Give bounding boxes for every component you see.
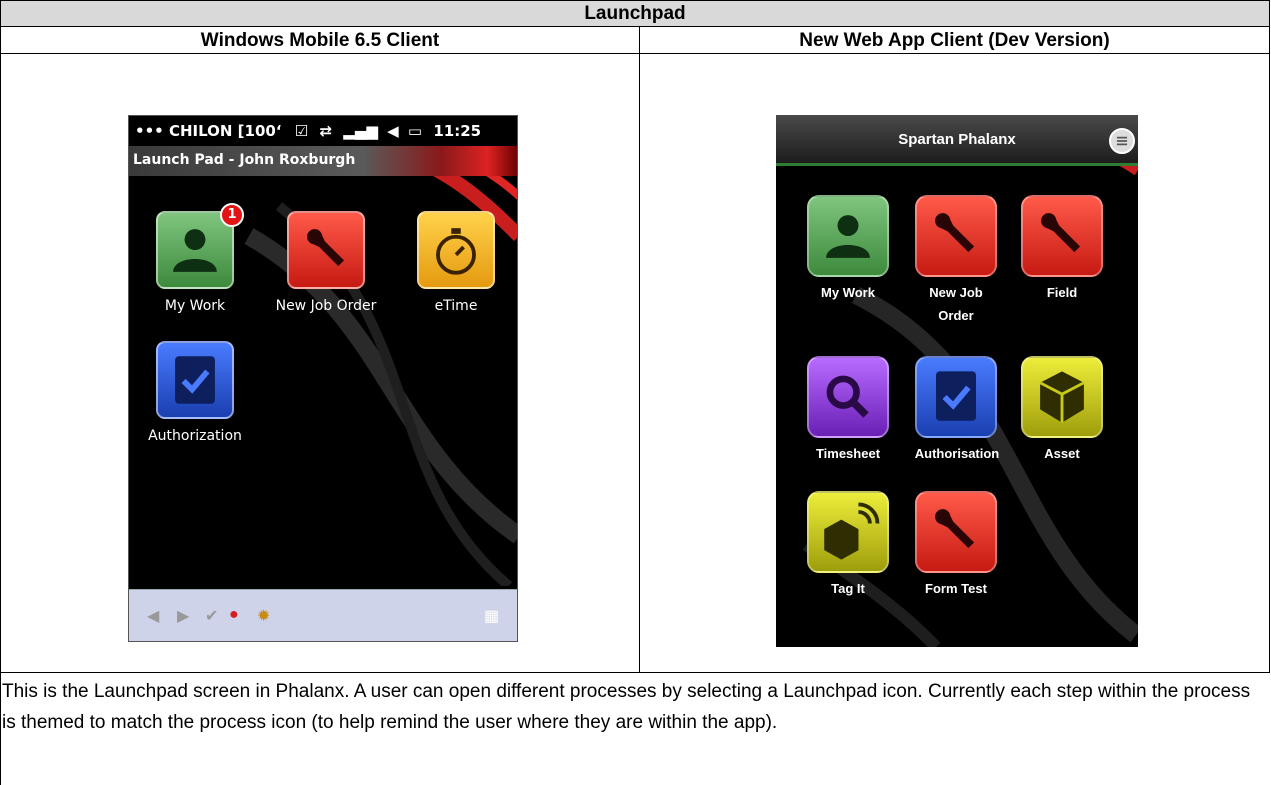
timesheet-tile[interactable] bbox=[807, 356, 889, 438]
menu-icon[interactable] bbox=[1109, 128, 1135, 154]
new-job-order-tile[interactable] bbox=[287, 211, 365, 289]
tile-label-my-work: My Work bbox=[821, 285, 875, 300]
web-app-screen: Spartan Phalanx My Work New Job Order Fi… bbox=[776, 115, 1138, 647]
back-arrow-icon[interactable]: ◀ bbox=[147, 606, 159, 626]
battery-icon[interactable]: ▭ bbox=[408, 122, 422, 140]
wrench-icon bbox=[1041, 213, 1081, 253]
tile-label-authorization: Authorization bbox=[148, 428, 242, 444]
tag-it-tile[interactable] bbox=[807, 491, 889, 573]
clipboard-check-icon bbox=[175, 356, 215, 404]
forward-arrow-icon[interactable]: ▶ bbox=[177, 606, 189, 626]
my-work-tile[interactable] bbox=[807, 195, 889, 277]
left-column-header: Windows Mobile 6.5 Client bbox=[0, 26, 640, 54]
window-title: Launch Pad - John Roxburgh bbox=[129, 146, 517, 176]
wrench-icon bbox=[935, 509, 975, 549]
check-icon[interactable]: ✔ bbox=[205, 606, 218, 626]
tile-label-asset: Asset bbox=[1044, 446, 1080, 461]
settings-icon[interactable]: ✹ bbox=[257, 606, 270, 626]
document-title: Launchpad bbox=[0, 0, 1270, 27]
tile-label-new-job-order: New Job Order bbox=[929, 285, 983, 323]
asset-tile[interactable] bbox=[1021, 356, 1103, 438]
wrench-icon bbox=[307, 229, 345, 267]
notification-badge: 1 bbox=[220, 203, 244, 227]
field-tile[interactable] bbox=[1021, 195, 1103, 277]
magnifier-icon bbox=[826, 375, 869, 418]
stopwatch-icon bbox=[436, 228, 476, 275]
sync-icon[interactable]: ⇄ bbox=[319, 122, 332, 140]
tile-label-tag-it: Tag It bbox=[831, 581, 865, 596]
tile-label-authorisation: Authorisation bbox=[914, 446, 1000, 461]
tile-label-new-job-order: New Job Order bbox=[275, 298, 377, 314]
tile-label-timesheet: Timesheet bbox=[815, 446, 881, 461]
app-title: Spartan Phalanx bbox=[898, 131, 1016, 148]
cube-signal-icon bbox=[824, 502, 880, 560]
new-job-order-tile[interactable] bbox=[915, 195, 997, 277]
wrench-icon bbox=[935, 213, 975, 253]
carrier-text: ••• CHILON [100‘ bbox=[135, 122, 282, 140]
signal-icon[interactable]: ▂▄▆ bbox=[343, 122, 378, 140]
authorisation-tile[interactable] bbox=[915, 356, 997, 438]
volume-icon[interactable]: ◀ bbox=[387, 122, 399, 140]
status-bar: ••• CHILON [100‘ ☑ ⇄ ▂▄▆ ◀ ▭ 11:25 bbox=[129, 116, 517, 146]
tile-label-field: Field bbox=[1046, 285, 1078, 300]
bottom-toolbar: ◀ ▶ ✔ ● ✹ ▦ bbox=[129, 589, 517, 641]
etime-tile[interactable] bbox=[417, 211, 495, 289]
caption-border bbox=[0, 672, 1, 785]
person-icon bbox=[826, 215, 870, 258]
person-icon bbox=[173, 229, 217, 272]
notification-icon[interactable]: ☑ bbox=[295, 122, 308, 140]
windows-mobile-screen: ••• CHILON [100‘ ☑ ⇄ ▂▄▆ ◀ ▭ 11:25 Launc… bbox=[128, 115, 518, 642]
right-column-header: New Web App Client (Dev Version) bbox=[639, 26, 1270, 54]
tile-label-etime: eTime bbox=[434, 298, 478, 314]
authorization-tile[interactable] bbox=[156, 341, 234, 419]
clipboard-check-icon bbox=[936, 371, 976, 421]
tile-label-form-test: Form Test bbox=[925, 581, 987, 596]
keyboard-icon[interactable]: ▦ bbox=[484, 606, 499, 626]
form-test-tile[interactable] bbox=[915, 491, 997, 573]
app-header: Spartan Phalanx bbox=[776, 115, 1138, 166]
alert-icon[interactable]: ● bbox=[229, 606, 239, 624]
clock-text[interactable]: 11:25 bbox=[433, 122, 481, 140]
cube-icon bbox=[1039, 371, 1085, 423]
tile-label-my-work: My Work bbox=[164, 298, 226, 314]
document-caption: This is the Launchpad screen in Phalanx.… bbox=[2, 681, 1251, 733]
